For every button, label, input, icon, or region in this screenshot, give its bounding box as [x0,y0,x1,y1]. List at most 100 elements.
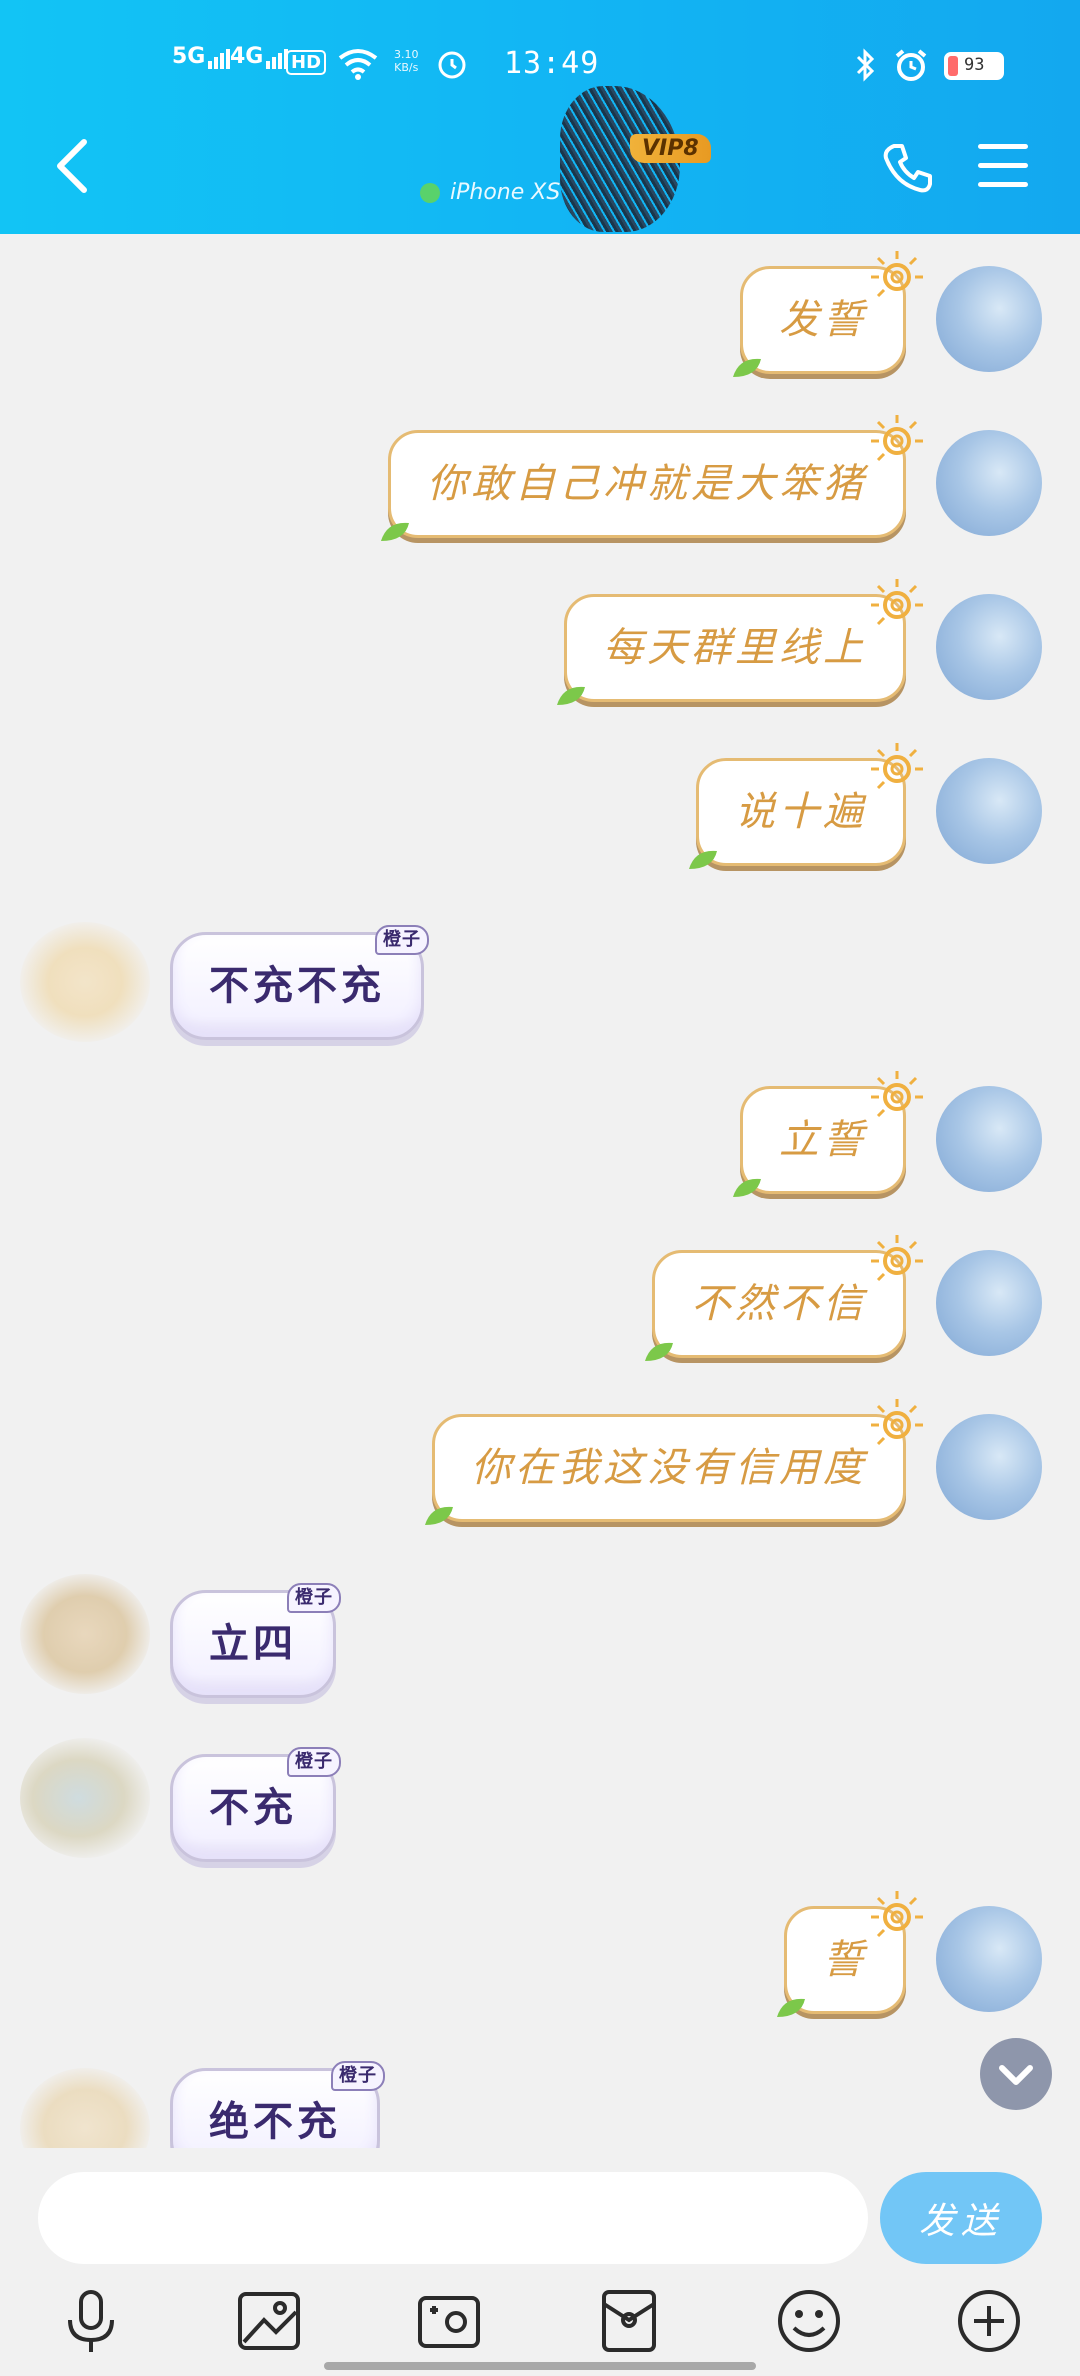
message-incoming: 不充 橙子 [0,1738,1080,1868]
message-outgoing: 你敢自己冲就是大笨猪 [0,415,1080,541]
sun-decoration-icon [871,1399,923,1446]
message-bubble[interactable]: 立誓 [733,1071,923,1197]
message-outgoing: 你在我这没有信用度 [0,1399,1080,1525]
my-avatar[interactable] [936,430,1042,536]
sun-decoration-icon [871,251,923,298]
nickname-tag: 橙子 [331,2061,385,2091]
message-text: 你在我这没有信用度 [471,1445,867,1491]
online-status: iPhone XS [420,180,560,205]
scroll-to-bottom-button[interactable] [980,2038,1052,2110]
message-outgoing: 立誓 [0,1071,1080,1197]
my-avatar[interactable] [936,758,1042,864]
device-label: iPhone XS [450,180,561,205]
send-button[interactable]: 发送 [880,2172,1042,2264]
message-incoming: 不充不充 橙子 [0,922,1080,1042]
sun-decoration-icon [871,579,923,626]
input-bar: 发送 [0,2148,1080,2268]
back-icon[interactable] [52,138,92,194]
message-bubble[interactable]: 不充 橙子 [170,1747,341,1862]
image-icon[interactable] [234,2286,304,2356]
message-text: 说十遍 [735,789,867,835]
home-indicator[interactable] [324,2362,756,2370]
message-bubble[interactable]: 发誓 [733,251,923,377]
my-avatar[interactable] [936,594,1042,700]
online-dot-icon [420,183,440,203]
leaf-decoration-icon [689,850,717,869]
sun-decoration-icon [871,415,923,462]
message-bubble[interactable]: 立四 橙子 [170,1583,341,1698]
message-text: 立四 [209,1620,297,1667]
my-avatar[interactable] [936,1414,1042,1520]
status-bar: 5G 4G HD 3.10 KB/s 13:49 93 [0,44,1080,84]
leaf-decoration-icon [733,358,761,377]
signal-5g-icon: 5G [172,44,232,69]
message-text: 誓 [823,1937,867,1983]
wifi-icon [338,49,378,80]
my-avatar[interactable] [936,266,1042,372]
message-bubble[interactable]: 誓 [777,1891,923,2017]
message-text: 不充不充 [209,962,385,1009]
plus-icon[interactable] [954,2286,1024,2356]
message-bubble[interactable]: 不然不信 [645,1235,923,1361]
battery-icon: 93 [944,52,1004,80]
net-speed-value: 3.10 [394,48,419,61]
leaf-decoration-icon [557,686,585,705]
mic-icon[interactable] [56,2286,126,2356]
sun-decoration-icon [871,1235,923,1282]
my-avatar[interactable] [936,1086,1042,1192]
message-text: 不充 [209,1784,297,1831]
friend-avatar[interactable] [20,922,150,1042]
message-outgoing: 说十遍 [0,743,1080,869]
my-avatar[interactable] [936,1250,1042,1356]
message-text: 立誓 [779,1117,867,1163]
sun-decoration-icon [871,1891,923,1938]
friend-avatar[interactable] [20,1574,150,1694]
message-text: 你敢自己冲就是大笨猪 [427,461,867,507]
menu-icon[interactable] [978,144,1028,188]
vip-badge: VIP8 [630,134,711,163]
message-input[interactable] [38,2172,868,2264]
leaf-decoration-icon [381,522,409,541]
leaf-decoration-icon [645,1342,673,1361]
input-toolbar [0,2268,1080,2376]
clock: 13:49 [504,46,600,81]
chat-header: 5G 4G HD 3.10 KB/s 13:49 93 VIP8 iPhone … [0,0,1080,234]
phone-call-icon[interactable] [880,140,936,196]
message-text: 绝不充 [209,2098,341,2145]
message-text: 不然不信 [691,1281,867,1327]
message-list[interactable]: 发誓 你敢自己冲就是大笨猪 每天群里线上 说十遍 不充不充 橙子 立誓 不然不信… [0,234,1080,2148]
message-text: 每天群里线上 [603,625,867,671]
net-speed-unit: KB/s [394,61,419,74]
red-packet-icon[interactable] [594,2286,664,2356]
my-avatar[interactable] [936,1906,1042,2012]
alarm-icon [895,49,927,81]
message-bubble[interactable]: 不充不充 橙子 [170,925,429,1040]
battery-level: 93 [964,55,985,75]
leaf-decoration-icon [777,1998,805,2017]
sun-decoration-icon [871,1071,923,1118]
nickname-tag: 橙子 [375,925,429,955]
hd-voice-badge: HD [286,50,327,75]
message-bubble[interactable]: 说十遍 [689,743,923,869]
bluetooth-icon [856,48,875,82]
chevron-down-icon [999,2065,1033,2085]
signal-4g-label: 4G [230,44,264,69]
friend-avatar[interactable] [20,2068,150,2148]
nickname-tag: 橙子 [287,1747,341,1777]
emoji-icon[interactable] [774,2286,844,2356]
sun-decoration-icon [871,743,923,790]
message-text: 发誓 [779,297,867,343]
message-incoming: 绝不充 橙子 [0,2054,1080,2148]
leaf-decoration-icon [425,1506,453,1525]
message-bubble[interactable]: 你敢自己冲就是大笨猪 [381,415,923,541]
friend-avatar[interactable] [20,1738,150,1858]
message-bubble[interactable]: 绝不充 橙子 [170,2061,385,2148]
camera-icon[interactable] [414,2286,484,2356]
message-outgoing: 每天群里线上 [0,579,1080,705]
message-bubble[interactable]: 每天群里线上 [557,579,923,705]
signal-5g-label: 5G [172,44,206,69]
message-outgoing: 誓 [0,1891,1080,2017]
network-speed: 3.10 KB/s [394,48,419,74]
message-outgoing: 不然不信 [0,1235,1080,1361]
message-bubble[interactable]: 你在我这没有信用度 [425,1399,923,1525]
